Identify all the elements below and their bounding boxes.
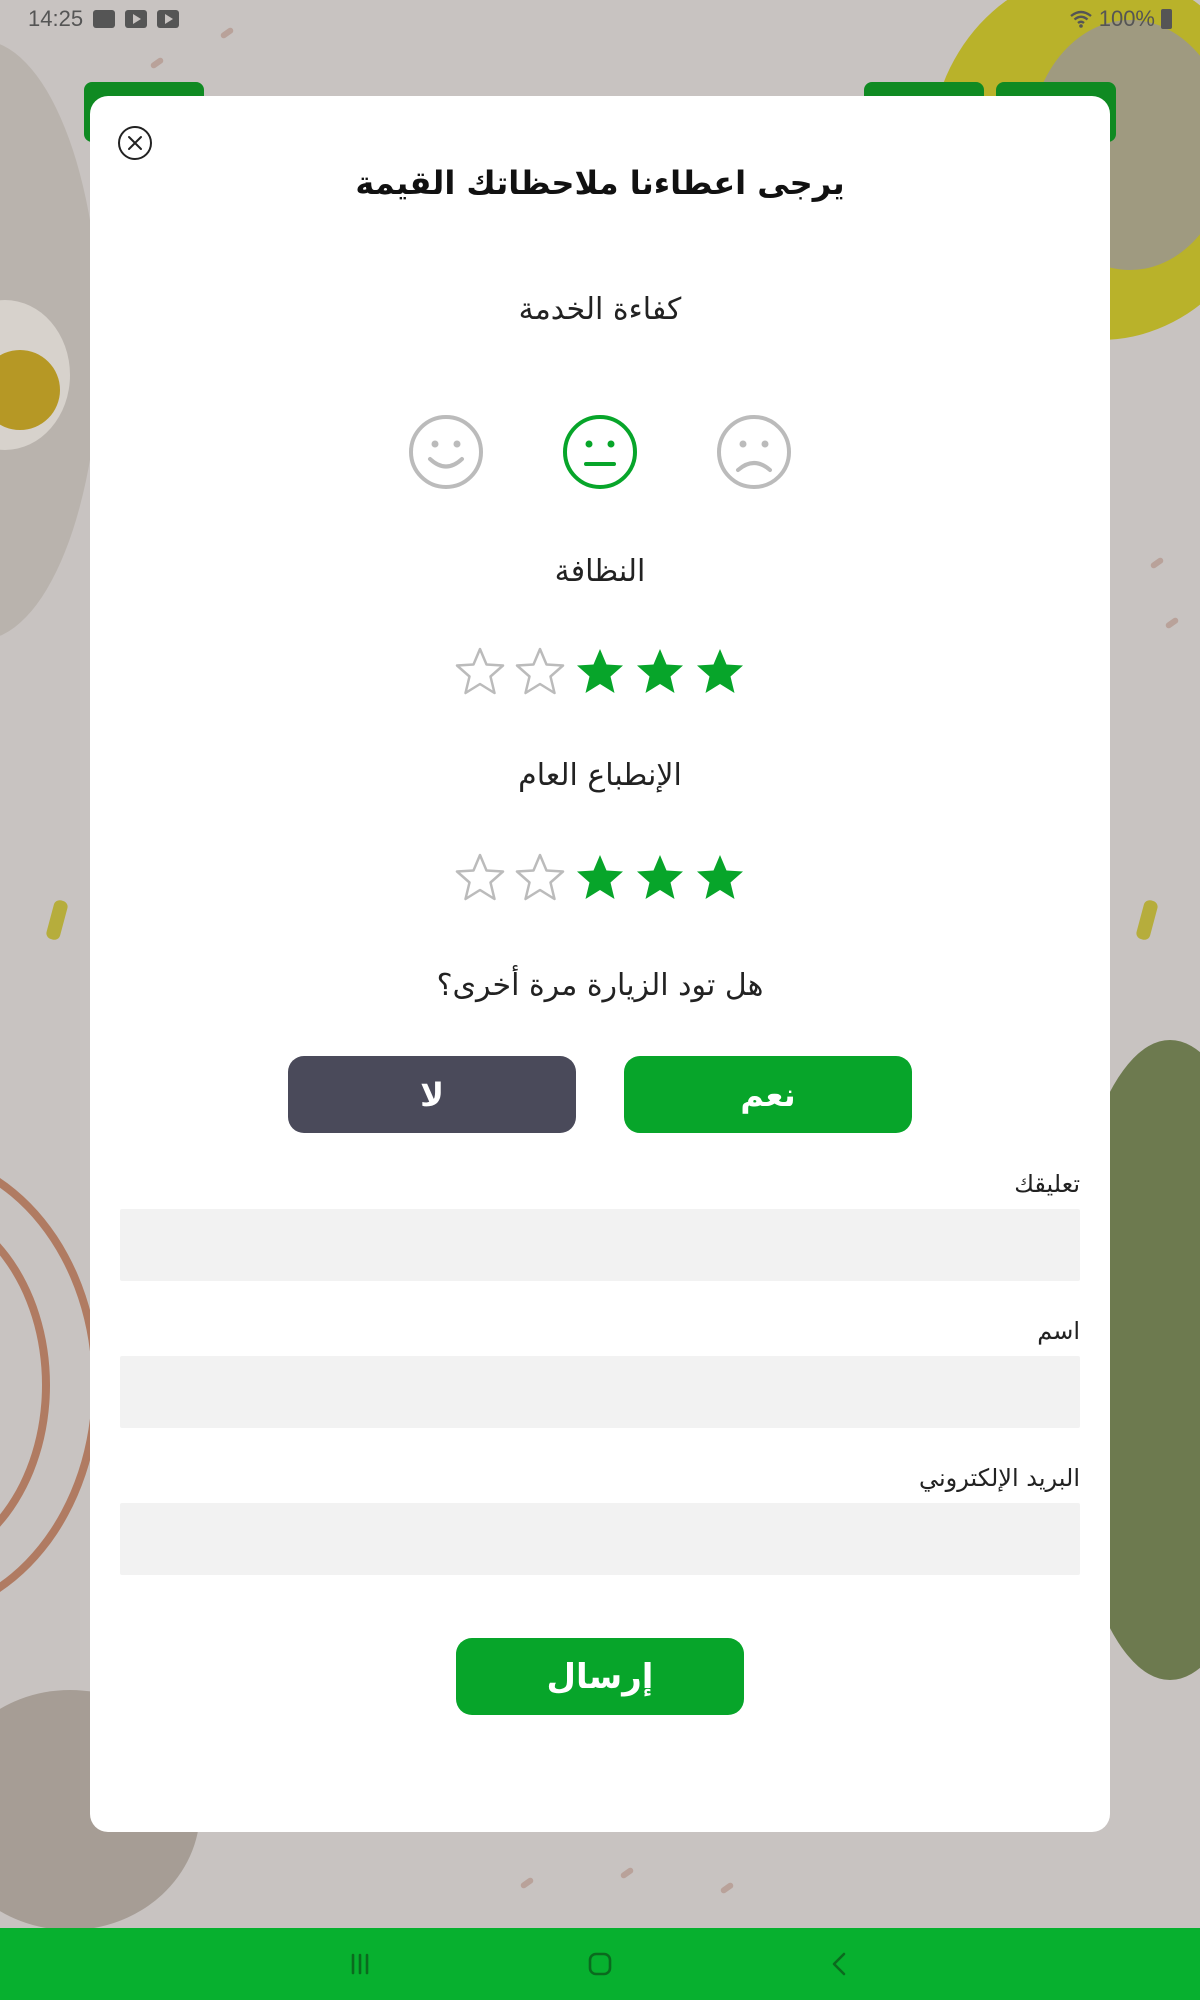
recent-apps-button[interactable]	[330, 1939, 390, 1989]
battery-icon	[1161, 9, 1172, 29]
name-label: اسم	[1037, 1317, 1080, 1345]
service-face-options	[90, 414, 1110, 490]
wifi-icon	[1069, 10, 1092, 28]
system-nav-bar	[0, 1928, 1200, 2000]
star-empty-icon[interactable]	[454, 646, 506, 698]
home-button[interactable]	[570, 1939, 630, 1989]
comment-label: تعليقك	[1014, 1170, 1080, 1198]
star-filled-icon[interactable]	[574, 646, 626, 698]
overall-label: الإنطباع العام	[518, 758, 682, 793]
star-empty-icon[interactable]	[514, 852, 566, 904]
submit-button[interactable]: إرسال	[456, 1638, 744, 1715]
overall-rating	[90, 852, 1110, 904]
close-button[interactable]	[118, 126, 152, 160]
star-filled-icon[interactable]	[634, 852, 686, 904]
youtube-icon	[125, 10, 148, 28]
image-icon	[93, 10, 116, 28]
home-icon	[588, 1952, 612, 1976]
back-button[interactable]	[810, 1939, 870, 1989]
back-icon	[832, 1952, 846, 1976]
star-empty-icon[interactable]	[454, 852, 506, 904]
star-filled-icon[interactable]	[694, 646, 746, 698]
cleanliness-label: النظافة	[554, 554, 646, 589]
battery-percent: 100%	[1098, 6, 1155, 31]
email-field[interactable]	[120, 1503, 1080, 1575]
revisit-buttons: لا نعم	[90, 1056, 1110, 1133]
bg-dash	[619, 1866, 635, 1880]
bg-dash	[719, 1881, 735, 1895]
bg-dash	[1164, 616, 1180, 630]
name-field[interactable]	[120, 1356, 1080, 1428]
status-left: 14:25	[28, 6, 180, 32]
status-right: 100%	[1069, 6, 1172, 32]
bg-dash	[519, 1876, 535, 1890]
bg-dash	[149, 56, 165, 70]
sad-face-icon[interactable]	[716, 414, 792, 490]
happy-face-icon[interactable]	[408, 414, 484, 490]
status-bar: 14:25 100%	[0, 0, 1200, 38]
star-empty-icon[interactable]	[514, 646, 566, 698]
star-filled-icon[interactable]	[634, 646, 686, 698]
bg-dash	[1149, 556, 1165, 570]
revisit-question: هل تود الزيارة مرة أخرى؟	[436, 968, 764, 1003]
service-label: كفاءة الخدمة	[518, 292, 682, 327]
no-button[interactable]: لا	[288, 1056, 576, 1133]
star-filled-icon[interactable]	[694, 852, 746, 904]
neutral-face-icon[interactable]	[562, 414, 638, 490]
email-label: البريد الإلكتروني	[918, 1464, 1080, 1492]
modal-title: يرجى اعطاءنا ملاحظاتك القيمة	[355, 164, 845, 202]
recent-apps-icon	[351, 1953, 369, 1975]
bg-yellow-mark	[1135, 898, 1159, 942]
feedback-modal: يرجى اعطاءنا ملاحظاتك القيمة كفاءة الخدم…	[90, 96, 1110, 1832]
status-time: 14:25	[28, 6, 84, 31]
close-icon	[128, 136, 142, 150]
cleanliness-rating	[90, 646, 1110, 698]
comment-field[interactable]	[120, 1209, 1080, 1281]
star-filled-icon[interactable]	[574, 852, 626, 904]
yes-button[interactable]: نعم	[624, 1056, 912, 1133]
youtube-icon	[157, 10, 180, 28]
bg-yellow-mark	[45, 898, 69, 942]
